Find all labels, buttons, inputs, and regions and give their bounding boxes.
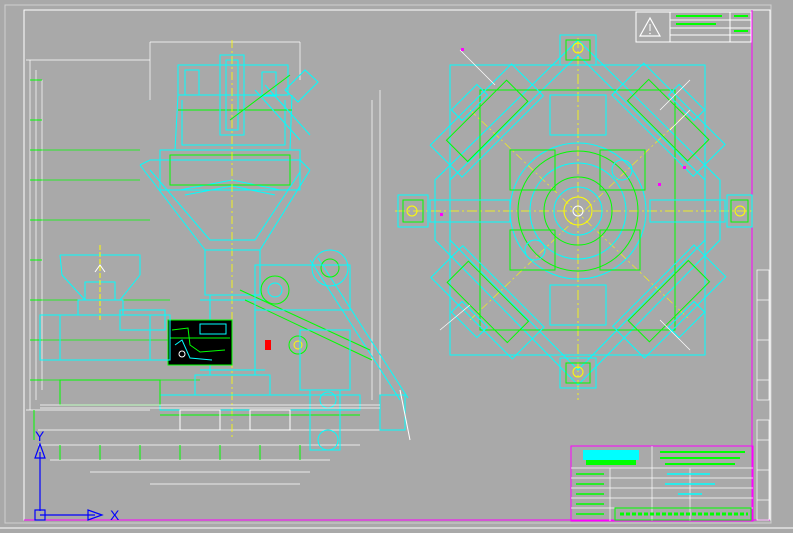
diagonal-arm-se xyxy=(611,244,727,359)
left-elevation-view[interactable] xyxy=(26,40,411,485)
hopper-assembly xyxy=(139,54,311,251)
base-frame xyxy=(39,309,171,406)
feed-chute xyxy=(229,69,409,401)
cad-model-space[interactable]: Y X xyxy=(0,0,793,533)
ucs-y-label: Y xyxy=(35,428,45,444)
side-funnel xyxy=(59,245,141,320)
arm-bottom xyxy=(549,284,607,389)
ucs-x-label: X xyxy=(110,507,120,523)
diagonal-arm-sw xyxy=(430,244,545,360)
warning-triangle-icon xyxy=(638,16,662,37)
drawing-frame xyxy=(0,4,793,529)
diagonal-arm-nw xyxy=(611,62,726,178)
right-edge-dimensions xyxy=(756,269,770,521)
dimension-lines-left xyxy=(26,41,381,485)
ucs-axis-icon xyxy=(34,442,104,521)
control-box xyxy=(167,319,271,366)
right-plan-view[interactable] xyxy=(395,34,755,400)
title-block[interactable] xyxy=(570,445,754,522)
revision-block xyxy=(635,11,752,43)
diagonal-arm-ne xyxy=(429,63,545,178)
